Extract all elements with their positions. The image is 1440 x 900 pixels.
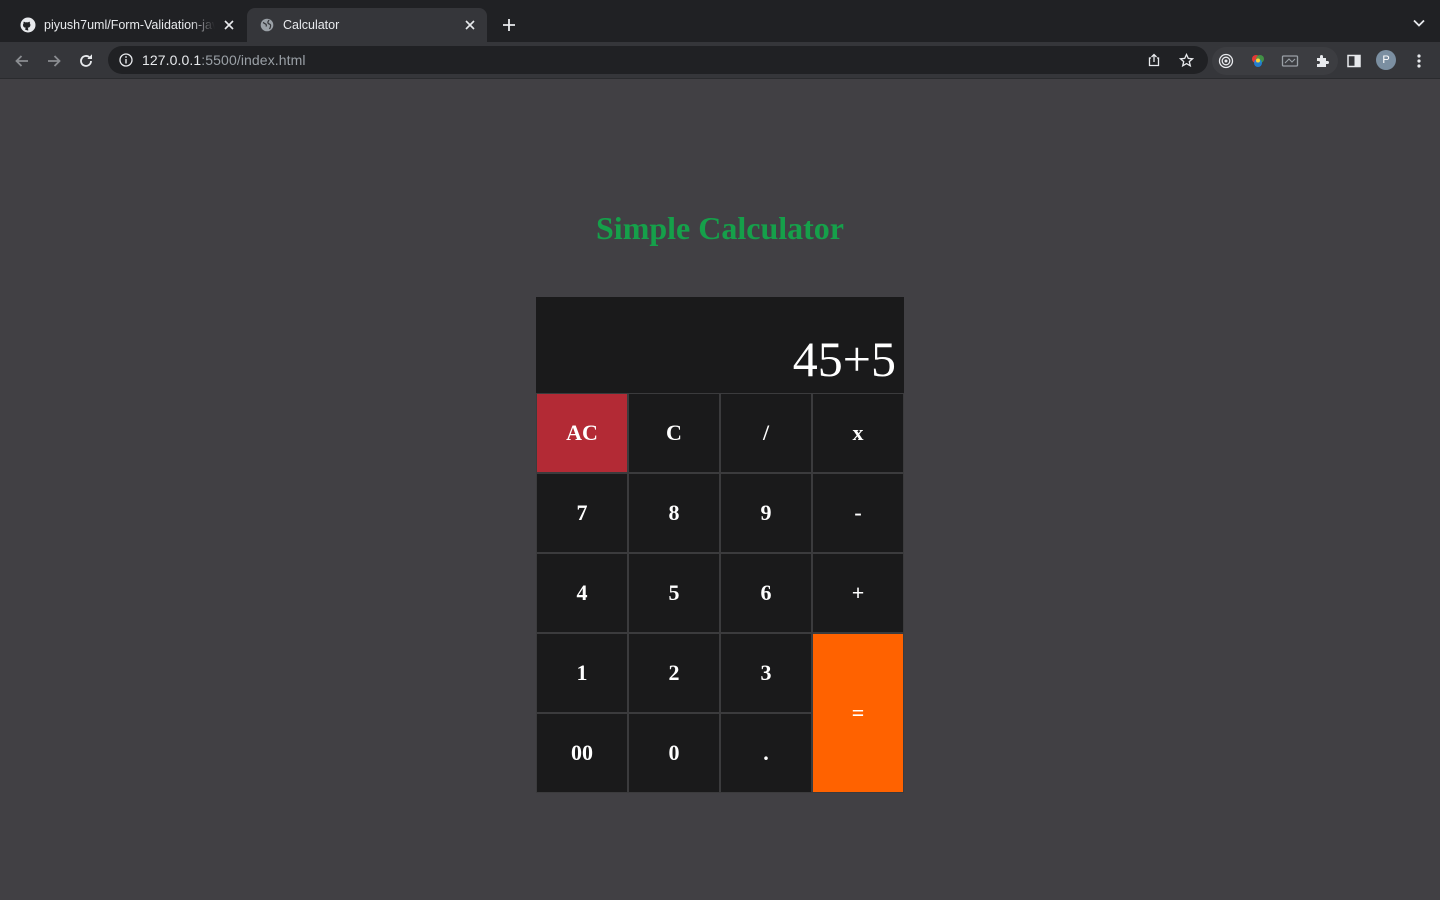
screen-extension-icon[interactable] [1280, 51, 1300, 71]
address-bar[interactable]: 127.0.0.1:5500/index.html [108, 46, 1208, 74]
digit-6-button[interactable]: 6 [720, 553, 812, 633]
digit-0-button[interactable]: 0 [628, 713, 720, 793]
digit-1-button[interactable]: 1 [536, 633, 628, 713]
tab-calculator[interactable]: Calculator [247, 8, 487, 42]
more-menu-icon[interactable] [1409, 51, 1429, 71]
close-icon[interactable] [462, 17, 478, 33]
forward-button[interactable] [44, 51, 64, 71]
equals-button[interactable]: = [812, 633, 904, 793]
digit-7-button[interactable]: 7 [536, 473, 628, 553]
url-path: :5500/index.html [201, 52, 306, 68]
tab-title: piyush7uml/Form-Validation-javascript [44, 18, 215, 32]
tab-github[interactable]: piyush7uml/Form-Validation-javascript [8, 8, 246, 42]
digit-2-button[interactable]: 2 [628, 633, 720, 713]
tab-title: Calculator [283, 18, 340, 32]
back-button[interactable] [12, 51, 32, 71]
plus-icon [503, 19, 515, 31]
color-picker-extension-icon[interactable] [1248, 51, 1268, 71]
plus-button[interactable]: + [812, 553, 904, 633]
decimal-button[interactable]: . [720, 713, 812, 793]
digit-5-button[interactable]: 5 [628, 553, 720, 633]
calculator: 45+5 AC C / x 7 8 9 - 4 5 6 + 1 2 3 = 00… [536, 297, 904, 793]
page-viewport: Simple Calculator 45+5 AC C / x 7 8 9 - … [0, 79, 1440, 900]
digit-8-button[interactable]: 8 [628, 473, 720, 553]
puzzle-extensions-icon[interactable] [1312, 51, 1332, 71]
profile-avatar[interactable]: P [1376, 50, 1396, 70]
clear-button[interactable]: C [628, 393, 720, 473]
digit-9-button[interactable]: 9 [720, 473, 812, 553]
url-host: 127.0.0.1 [142, 52, 202, 68]
all-clear-button[interactable]: AC [536, 393, 628, 473]
new-tab-button[interactable] [498, 14, 520, 36]
share-icon[interactable] [1146, 52, 1162, 68]
browser-toolbar: 127.0.0.1:5500/index.html P [0, 42, 1440, 79]
chevron-down-icon [1413, 19, 1425, 27]
multiply-button[interactable]: x [812, 393, 904, 473]
keypad: AC C / x 7 8 9 - 4 5 6 + 1 2 3 = 00 0 . [536, 393, 904, 793]
globe-icon [259, 17, 275, 33]
tab-strip: piyush7uml/Form-Validation-javascript Ca… [0, 0, 1440, 42]
divide-button[interactable]: / [720, 393, 812, 473]
arrow-left-icon [15, 55, 28, 67]
tab-search-button[interactable] [1412, 16, 1426, 30]
double-zero-button[interactable]: 00 [536, 713, 628, 793]
digit-4-button[interactable]: 4 [536, 553, 628, 633]
arrow-right-icon [48, 55, 61, 67]
bookmark-star-icon[interactable] [1178, 52, 1194, 68]
page-title: Simple Calculator [596, 210, 844, 246]
reload-button[interactable] [76, 51, 96, 71]
side-panel-icon[interactable] [1344, 51, 1364, 71]
minus-button[interactable]: - [812, 473, 904, 553]
close-icon[interactable] [221, 17, 237, 33]
calculator-display: 45+5 [536, 297, 904, 393]
github-icon [20, 17, 36, 33]
url-text: 127.0.0.1:5500/index.html [142, 52, 306, 68]
info-icon[interactable] [118, 52, 134, 68]
digit-3-button[interactable]: 3 [720, 633, 812, 713]
reload-icon [80, 54, 92, 67]
target-extension-icon[interactable] [1216, 51, 1236, 71]
